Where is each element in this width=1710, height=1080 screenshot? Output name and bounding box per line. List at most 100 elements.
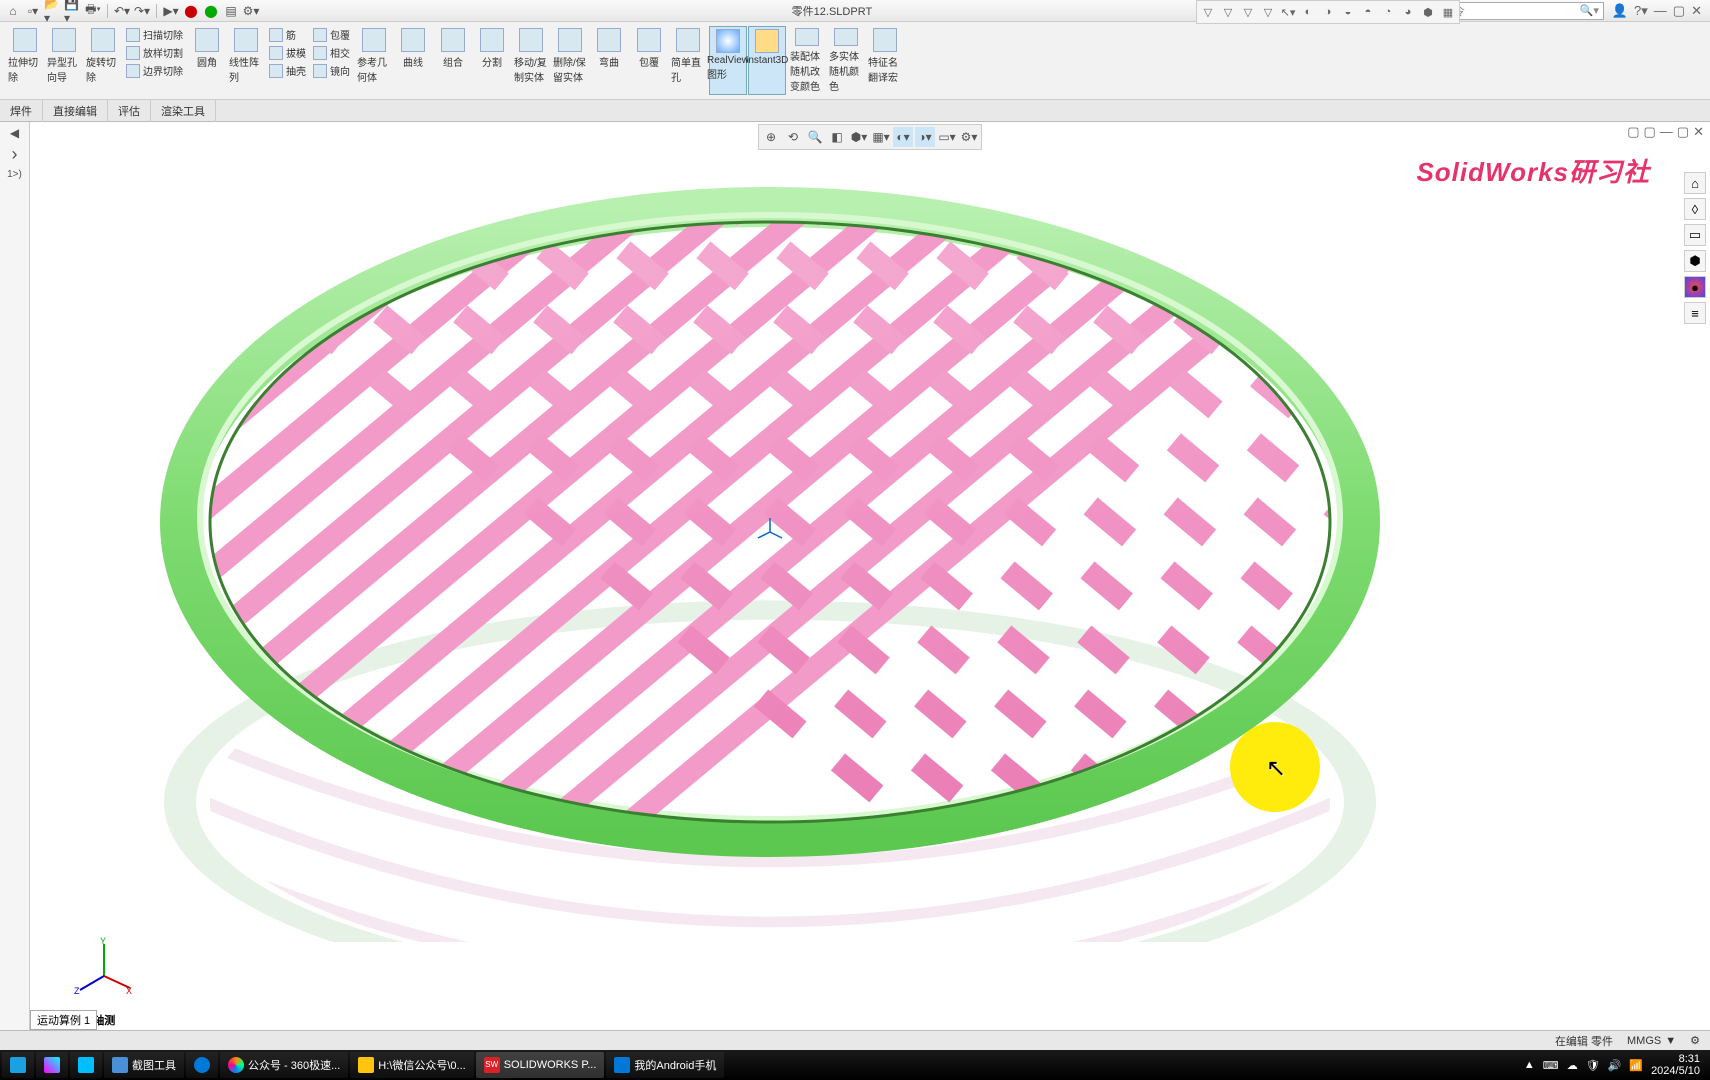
fillet-button[interactable]: 圆角 bbox=[188, 26, 226, 95]
doc-close-icon[interactable]: ✕ bbox=[1693, 124, 1704, 140]
windows-taskbar: 截图工具 公众号 - 360极速... H:\微信公众号\0... SWSOLI… bbox=[0, 1050, 1710, 1080]
assembly-color-button[interactable]: 装配体 随机改 变颜色 bbox=[788, 26, 826, 95]
taskbar-solidworks[interactable]: SWSOLIDWORKS P... bbox=[476, 1052, 605, 1078]
multibody-color-button[interactable]: 多实体 随机颜 色 bbox=[827, 26, 865, 95]
tab-render-tools[interactable]: 渲染工具 bbox=[151, 100, 216, 122]
wrap2-button[interactable]: 包覆 bbox=[630, 26, 668, 95]
intersect-button[interactable]: 相交 bbox=[310, 44, 353, 61]
revolved-cut-button[interactable]: 旋转切 除 bbox=[84, 26, 122, 95]
linear-pattern-button[interactable]: 线性阵 列 bbox=[227, 26, 265, 95]
panel-item[interactable]: › bbox=[12, 144, 18, 165]
taskbar-snipping[interactable]: 截图工具 bbox=[104, 1052, 184, 1078]
flex-button[interactable]: 弯曲 bbox=[590, 26, 628, 95]
settings-icon[interactable]: ⚙▾ bbox=[242, 2, 260, 20]
rebuild-icon[interactable]: ⬤ bbox=[202, 2, 220, 20]
file-explorer-icon[interactable]: ▭ bbox=[1684, 224, 1706, 246]
svg-text:Z: Z bbox=[74, 986, 80, 996]
units-selector[interactable]: MMGS ▼ bbox=[1627, 1035, 1676, 1047]
doc-minimize-icon[interactable]: — bbox=[1660, 124, 1673, 140]
mirror-button[interactable]: 镜向 bbox=[310, 62, 353, 79]
translate-macro-button[interactable]: 特征名 翻译宏 bbox=[866, 26, 904, 95]
close-icon[interactable]: ✕ bbox=[1691, 3, 1702, 19]
separator bbox=[156, 4, 157, 18]
selection-filter-toolbar: ▽▽▽▽ ↖▾ ◐◑◒◓◔◕⬢▦ bbox=[1196, 22, 1460, 24]
split-button[interactable]: 分割 bbox=[473, 26, 511, 95]
status-bar: 在编辑 零件 MMGS ▼ ⚙ bbox=[0, 1030, 1710, 1050]
appearances-icon[interactable]: ● bbox=[1684, 276, 1706, 298]
graphics-viewport[interactable]: SolidWorks研习社 ⊕ ⟲ 🔍 ◧ ⬢▾ ▦▾ ◐▾ ◑▾ ▭▾ ⚙▾ … bbox=[30, 122, 1710, 1030]
status-gear-icon[interactable]: ⚙ bbox=[1690, 1034, 1700, 1047]
redo-icon[interactable]: ↷▾ bbox=[133, 2, 151, 20]
boundary-cut-button[interactable]: 边界切除 bbox=[123, 62, 186, 79]
combine-button[interactable]: 组合 bbox=[434, 26, 472, 95]
doc-new-window-icon[interactable]: ▢ bbox=[1627, 124, 1639, 140]
tab-evaluate[interactable]: 评估 bbox=[108, 100, 151, 122]
resources-icon[interactable]: ⌂ bbox=[1684, 172, 1706, 194]
model-rendering bbox=[70, 122, 1470, 942]
tray-icon[interactable]: ⌨ bbox=[1543, 1059, 1559, 1072]
taskbar-browser[interactable]: 公众号 - 360极速... bbox=[220, 1052, 348, 1078]
doc-maximize-icon[interactable]: ▢ bbox=[1677, 124, 1689, 140]
clock[interactable]: 8:312024/5/10 bbox=[1651, 1053, 1700, 1077]
quick-access-toolbar: ⌂ ▫▾ 📂▾ 💾▾ 🖶▾ ↶▾ ↷▾ ▶▾ ⬤ ⬤ ▤ ⚙▾ bbox=[0, 2, 260, 20]
realview-button[interactable]: RealView 图形 bbox=[709, 26, 747, 95]
window-controls: 👤 ?▾ — ▢ ✕ bbox=[1604, 3, 1710, 19]
draft-button[interactable]: 拔模 bbox=[266, 44, 309, 61]
design-library-icon[interactable]: ◊ bbox=[1684, 198, 1706, 220]
record-icon[interactable]: ⬤ bbox=[182, 2, 200, 20]
command-manager-tabs: 焊件 直接编辑 评估 渲染工具 bbox=[0, 100, 1710, 122]
search-dropdown-icon[interactable]: 🔍▾ bbox=[1580, 4, 1599, 17]
save-icon[interactable]: 💾▾ bbox=[64, 2, 82, 20]
wrap-button[interactable]: 包覆 bbox=[310, 26, 353, 43]
curves-button[interactable]: 曲线 bbox=[394, 26, 432, 95]
hole-wizard-button[interactable]: 异型孔 向导 bbox=[45, 26, 83, 95]
minimize-icon[interactable]: — bbox=[1654, 3, 1667, 19]
tab-direct-edit[interactable]: 直接编辑 bbox=[43, 100, 108, 122]
task-pane: ⌂ ◊ ▭ ⬢ ● ≡ bbox=[1684, 172, 1706, 324]
move-copy-button[interactable]: 移动/复 制实体 bbox=[512, 26, 550, 95]
taskbar-app[interactable] bbox=[186, 1052, 218, 1078]
panel-text: 1>) bbox=[7, 169, 22, 180]
feature-manager-panel: ◀ › 1>) bbox=[0, 122, 30, 1030]
tray-icon[interactable]: ☁ bbox=[1567, 1059, 1578, 1072]
help-icon[interactable]: ?▾ bbox=[1634, 3, 1648, 19]
reference-geometry-button[interactable]: 参考几 何体 bbox=[355, 26, 393, 95]
taskbar-phone[interactable]: 我的Android手机 bbox=[606, 1052, 724, 1078]
shell-button[interactable]: 抽壳 bbox=[266, 62, 309, 79]
print-icon[interactable]: 🖶▾ bbox=[84, 2, 102, 20]
edit-status: 在编辑 零件 bbox=[1555, 1033, 1613, 1049]
taskbar-app[interactable] bbox=[36, 1052, 68, 1078]
user-icon[interactable]: 👤 bbox=[1612, 3, 1628, 19]
taskbar-explorer[interactable]: H:\微信公众号\0... bbox=[350, 1052, 473, 1078]
taskbar-app[interactable] bbox=[2, 1052, 34, 1078]
home-icon[interactable]: ⌂ bbox=[4, 2, 22, 20]
open-icon[interactable]: 📂▾ bbox=[44, 2, 62, 20]
custom-properties-icon[interactable]: ≡ bbox=[1684, 302, 1706, 324]
swept-cut-button[interactable]: 扫描切除 bbox=[123, 26, 186, 43]
undo-icon[interactable]: ↶▾ bbox=[113, 2, 131, 20]
maximize-icon[interactable]: ▢ bbox=[1673, 3, 1685, 19]
tray-icon[interactable]: 🔊 bbox=[1608, 1059, 1622, 1072]
delete-keep-button[interactable]: 删除/保 留实体 bbox=[551, 26, 589, 95]
options-icon[interactable]: ▤ bbox=[222, 2, 240, 20]
new-icon[interactable]: ▫▾ bbox=[24, 2, 42, 20]
tray-icon[interactable]: 📶 bbox=[1629, 1059, 1643, 1072]
orientation-triad[interactable]: Y X Z bbox=[74, 936, 134, 996]
motion-study-tab[interactable]: 运动算例 1 bbox=[30, 1010, 97, 1030]
tab-weldments[interactable]: 焊件 bbox=[0, 100, 43, 122]
tray-icon[interactable]: ▲ bbox=[1524, 1059, 1535, 1071]
taskbar-app[interactable] bbox=[70, 1052, 102, 1078]
main-area: ◀ › 1>) SolidWorks研习社 ⊕ ⟲ 🔍 ◧ ⬢▾ ▦▾ ◐▾ ◑… bbox=[0, 122, 1710, 1030]
select-icon[interactable]: ▶▾ bbox=[162, 2, 180, 20]
rib-button[interactable]: 筋 bbox=[266, 26, 309, 43]
panel-expand-icon[interactable]: ◀ bbox=[10, 126, 19, 140]
view-palette-icon[interactable]: ⬢ bbox=[1684, 250, 1706, 272]
lofted-cut-button[interactable]: 放样切割 bbox=[123, 44, 186, 61]
extruded-cut-button[interactable]: 拉伸切 除 bbox=[6, 26, 44, 95]
svg-text:Y: Y bbox=[100, 936, 106, 946]
tray-icon[interactable]: 🛡 bbox=[1586, 1059, 1600, 1072]
instant3d-button[interactable]: Instant3D bbox=[748, 26, 786, 95]
simple-hole-button[interactable]: 简单直 孔 bbox=[669, 26, 707, 95]
doc-tile-icon[interactable]: ▢ bbox=[1644, 124, 1656, 140]
system-tray: ▲ ⌨ ☁ 🛡 🔊 📶 8:312024/5/10 bbox=[1524, 1053, 1708, 1077]
